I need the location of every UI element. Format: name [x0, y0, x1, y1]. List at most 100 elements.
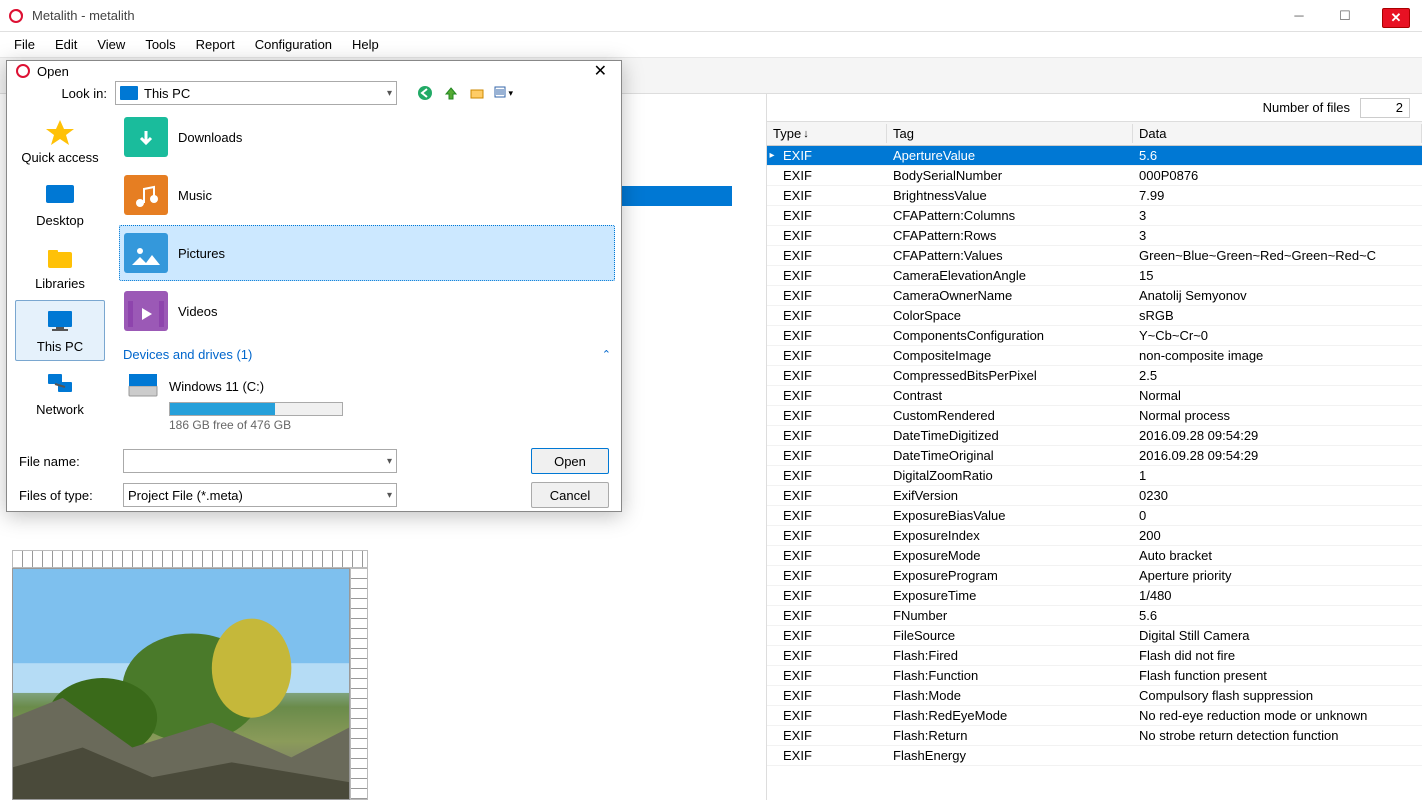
col-data[interactable]: Data: [1133, 124, 1422, 143]
metadata-row[interactable]: EXIFFlash:FiredFlash did not fire: [767, 646, 1422, 666]
new-folder-icon[interactable]: [467, 83, 487, 103]
cell-data: sRGB: [1133, 307, 1422, 324]
metadata-row[interactable]: EXIFExposureBiasValue0: [767, 506, 1422, 526]
menu-bar: File Edit View Tools Report Configuratio…: [0, 32, 1422, 58]
maximize-button[interactable]: ☐: [1322, 0, 1368, 32]
cell-tag: BrightnessValue: [887, 187, 1133, 204]
cell-type: EXIF: [777, 187, 887, 204]
metadata-row[interactable]: EXIFDateTimeDigitized2016.09.28 09:54:29: [767, 426, 1422, 446]
panel-close-button[interactable]: ✕: [1382, 8, 1410, 28]
metadata-row[interactable]: EXIFFileSourceDigital Still Camera: [767, 626, 1422, 646]
metadata-row[interactable]: EXIFDateTimeOriginal2016.09.28 09:54:29: [767, 446, 1422, 466]
folder-pictures[interactable]: Pictures: [119, 225, 615, 281]
folder-videos[interactable]: Videos: [119, 283, 615, 339]
devices-drives-header[interactable]: Devices and drives (1) ⌃: [119, 341, 615, 368]
drive-icon: [127, 372, 159, 400]
metadata-row[interactable]: ▸EXIFApertureValue5.6: [767, 146, 1422, 166]
cell-tag: ExposureProgram: [887, 567, 1133, 584]
cell-type: EXIF: [777, 467, 887, 484]
cell-data: 5.6: [1133, 147, 1422, 164]
menu-file[interactable]: File: [4, 33, 45, 56]
metadata-row[interactable]: EXIFFlash:FunctionFlash function present: [767, 666, 1422, 686]
lookin-value: This PC: [144, 86, 190, 101]
pc-icon: [42, 307, 78, 335]
minimize-button[interactable]: ─: [1276, 0, 1322, 32]
cell-data: Normal process: [1133, 407, 1422, 424]
cell-data: 3: [1133, 227, 1422, 244]
metadata-row[interactable]: EXIFFNumber5.6: [767, 606, 1422, 626]
cell-tag: ComponentsConfiguration: [887, 327, 1133, 344]
cell-type: EXIF: [777, 547, 887, 564]
metadata-row[interactable]: EXIFCFAPattern:Rows3: [767, 226, 1422, 246]
sidebar-quick-access[interactable]: Quick access: [15, 111, 105, 172]
ruler-horizontal: [12, 550, 368, 568]
menu-view[interactable]: View: [87, 33, 135, 56]
view-menu-icon[interactable]: ▾: [493, 83, 513, 103]
metadata-table[interactable]: Type↓ Tag Data ▸EXIFApertureValue5.6EXIF…: [767, 122, 1422, 800]
metadata-row[interactable]: EXIFCameraOwnerNameAnatolij Semyonov: [767, 286, 1422, 306]
metadata-row[interactable]: EXIFCFAPattern:ValuesGreen~Blue~Green~Re…: [767, 246, 1422, 266]
metadata-row[interactable]: EXIFExifVersion0230: [767, 486, 1422, 506]
menu-help[interactable]: Help: [342, 33, 389, 56]
metadata-row[interactable]: EXIFDigitalZoomRatio1: [767, 466, 1422, 486]
menu-tools[interactable]: Tools: [135, 33, 185, 56]
cancel-button[interactable]: Cancel: [531, 482, 609, 508]
metadata-row[interactable]: EXIFExposureTime1/480: [767, 586, 1422, 606]
up-icon[interactable]: [441, 83, 461, 103]
metadata-row[interactable]: EXIFCustomRenderedNormal process: [767, 406, 1422, 426]
menu-edit[interactable]: Edit: [45, 33, 87, 56]
metadata-row[interactable]: EXIFCFAPattern:Columns3: [767, 206, 1422, 226]
lookin-label: Look in:: [17, 86, 107, 101]
filename-input[interactable]: ▾: [123, 449, 397, 473]
folder-music[interactable]: Music: [119, 167, 615, 223]
metadata-row[interactable]: EXIFCompositeImagenon-composite image: [767, 346, 1422, 366]
drive-c[interactable]: Windows 11 (C:) 186 GB free of 476 GB: [119, 368, 615, 436]
dialog-icon: [15, 63, 31, 79]
cell-data: No red-eye reduction mode or unknown: [1133, 707, 1422, 724]
cell-type: EXIF: [777, 227, 887, 244]
metadata-row[interactable]: EXIFBodySerialNumber000P0876: [767, 166, 1422, 186]
metadata-row[interactable]: EXIFBrightnessValue7.99: [767, 186, 1422, 206]
cell-data: Flash did not fire: [1133, 647, 1422, 664]
cell-tag: ExposureIndex: [887, 527, 1133, 544]
metadata-row[interactable]: EXIFFlash:ReturnNo strobe return detecti…: [767, 726, 1422, 746]
metadata-row[interactable]: EXIFComponentsConfigurationY~Cb~Cr~0: [767, 326, 1422, 346]
metadata-row[interactable]: EXIFFlash:ModeCompulsory flash suppressi…: [767, 686, 1422, 706]
metadata-row[interactable]: EXIFFlash:RedEyeModeNo red-eye reduction…: [767, 706, 1422, 726]
sidebar-libraries[interactable]: Libraries: [15, 237, 105, 298]
music-icon: [124, 175, 168, 215]
open-button[interactable]: Open: [531, 448, 609, 474]
cell-type: EXIF: [777, 247, 887, 264]
cell-type: EXIF: [777, 527, 887, 544]
sidebar-desktop[interactable]: Desktop: [15, 174, 105, 235]
col-type[interactable]: Type↓: [767, 124, 887, 143]
lookin-dropdown[interactable]: This PC ▾: [115, 81, 397, 105]
metadata-row[interactable]: EXIFColorSpacesRGB: [767, 306, 1422, 326]
col-tag[interactable]: Tag: [887, 124, 1133, 143]
metadata-row[interactable]: EXIFExposureProgramAperture priority: [767, 566, 1422, 586]
menu-report[interactable]: Report: [186, 33, 245, 56]
filetype-dropdown[interactable]: Project File (*.meta) ▾: [123, 483, 397, 507]
sidebar-network[interactable]: Network: [15, 363, 105, 424]
back-icon[interactable]: [415, 83, 435, 103]
image-preview: [12, 568, 350, 800]
cell-tag: Flash:Mode: [887, 687, 1133, 704]
cell-type: EXIF: [777, 287, 887, 304]
metadata-row[interactable]: EXIFExposureModeAuto bracket: [767, 546, 1422, 566]
cell-tag: FileSource: [887, 627, 1133, 644]
metadata-row[interactable]: EXIFCompressedBitsPerPixel2.5: [767, 366, 1422, 386]
dialog-close-button[interactable]: ✕: [588, 61, 613, 81]
metadata-row[interactable]: EXIFCameraElevationAngle15: [767, 266, 1422, 286]
pictures-icon: [124, 233, 168, 273]
dialog-file-list[interactable]: Downloads Music Pictures Videos Devices …: [113, 105, 621, 440]
cell-tag: Flash:RedEyeMode: [887, 707, 1133, 724]
cell-tag: CustomRendered: [887, 407, 1133, 424]
metadata-row[interactable]: EXIFContrastNormal: [767, 386, 1422, 406]
menu-configuration[interactable]: Configuration: [245, 33, 342, 56]
cell-type: EXIF: [777, 427, 887, 444]
metadata-row[interactable]: EXIFExposureIndex200: [767, 526, 1422, 546]
sidebar-this-pc[interactable]: This PC: [15, 300, 105, 361]
folder-downloads[interactable]: Downloads: [119, 109, 615, 165]
metadata-row[interactable]: EXIFFlashEnergy: [767, 746, 1422, 766]
cell-tag: ExifVersion: [887, 487, 1133, 504]
